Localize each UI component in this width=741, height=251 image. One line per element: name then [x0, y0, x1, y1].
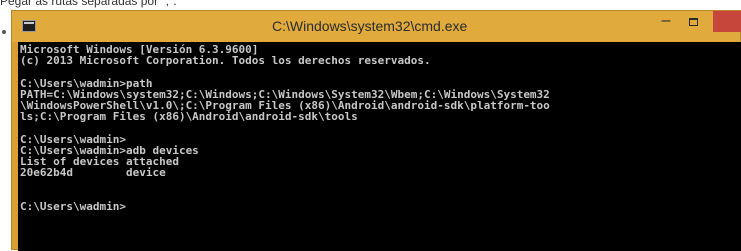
close-button[interactable] [713, 11, 741, 32]
console-line: C:\Users\wadmin> [20, 199, 126, 213]
caption-text: Pegar as rutas separadas por ";". [0, 0, 177, 8]
console-line: 20e62b4d device [20, 166, 166, 180]
cmd-window: C:\Windows\system32\cmd.exe – Microsoft … [11, 10, 741, 251]
minimize-button[interactable]: – [653, 13, 679, 33]
window-title: C:\Windows\system32\cmd.exe [272, 18, 468, 34]
maximize-icon [689, 18, 698, 26]
console-line: ls;C:\Program Files (x86)\Android\androi… [20, 110, 358, 124]
list-bullet [2, 30, 6, 34]
console-output[interactable]: Microsoft Windows [Versión 6.3.9600] (c)… [18, 42, 741, 251]
minimize-icon: – [661, 12, 671, 29]
cmd-app-icon[interactable] [22, 20, 36, 32]
console-line: (c) 2013 Microsoft Corporation. Todos lo… [20, 54, 431, 68]
console-line: C:\Users\wadmin> [20, 132, 126, 146]
maximize-button[interactable] [681, 15, 707, 35]
title-bar[interactable]: C:\Windows\system32\cmd.exe – [12, 11, 741, 42]
